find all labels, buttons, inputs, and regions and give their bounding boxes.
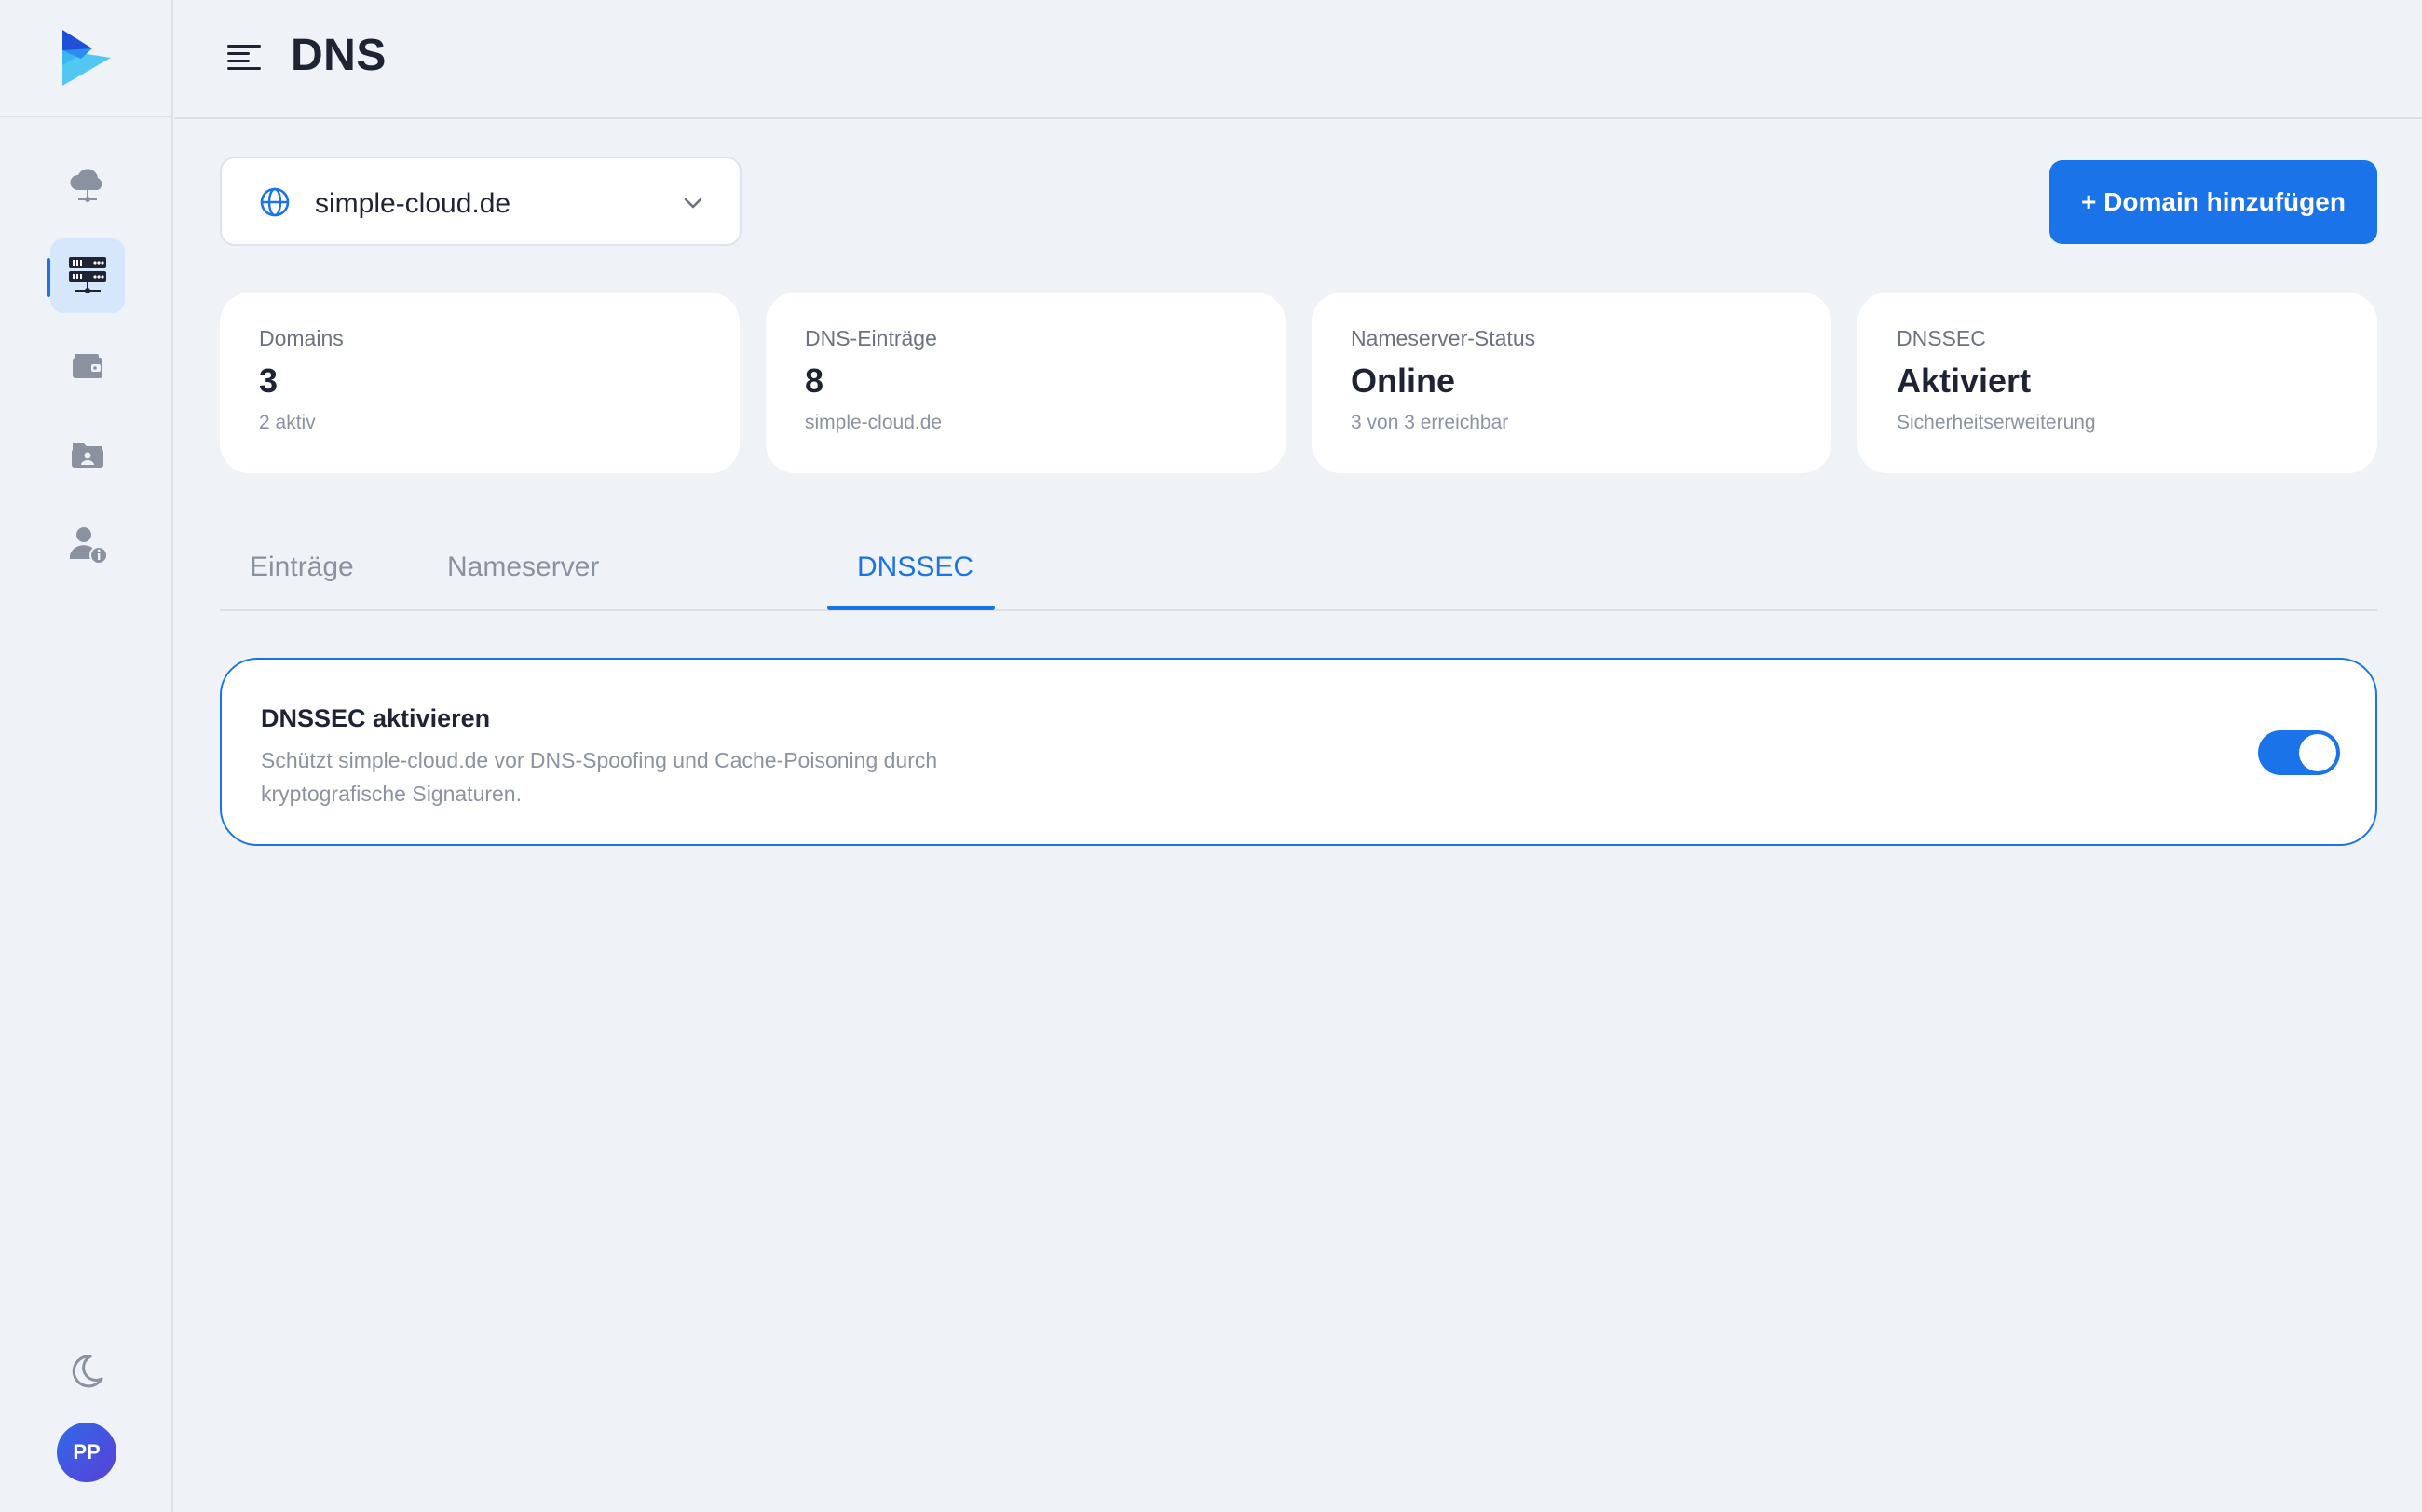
- app-logo-icon: [62, 30, 111, 86]
- menu-toggle-button[interactable]: [224, 37, 265, 78]
- toggle-knob: [2299, 734, 2336, 771]
- tab-dnssec[interactable]: DNSSEC: [829, 552, 1001, 611]
- dnssec-settings-panel: DNSSEC aktivieren Schützt simple-cloud.d…: [220, 658, 2377, 846]
- stat-card-dns-entries: DNS-Einträge 8 simple-cloud.de: [766, 293, 1286, 473]
- add-domain-button[interactable]: + Domain hinzufügen: [2049, 160, 2377, 244]
- top-bar: DNS: [175, 0, 2422, 119]
- sidebar-item-contacts[interactable]: [50, 417, 125, 492]
- sidebar-item-dns[interactable]: [50, 238, 125, 313]
- dnssec-panel-title: DNSSEC aktivieren: [261, 704, 491, 732]
- sidebar-item-cloud[interactable]: [50, 147, 125, 222]
- stat-card-domains: Domains 3 2 aktiv: [220, 293, 740, 473]
- stat-value: Online: [1351, 361, 1456, 400]
- stat-label: Domains: [259, 326, 344, 350]
- contact-folder-icon: [72, 443, 103, 468]
- hamburger-menu-icon: [227, 45, 261, 70]
- chevron-down-icon: [684, 198, 702, 209]
- globe-icon: [260, 187, 290, 217]
- stat-label: Nameserver-Status: [1351, 326, 1536, 350]
- wallet-icon: [73, 354, 102, 378]
- stat-value: 3: [259, 361, 279, 400]
- tab-entries[interactable]: Einträge: [222, 552, 382, 611]
- stat-subtext: 2 aktiv: [259, 412, 316, 433]
- tab-bar: Einträge Nameserver DNSSEC: [220, 540, 2377, 611]
- dark-mode-toggle[interactable]: [63, 1348, 110, 1395]
- stat-card-nameserver-status: Nameserver-Status Online 3 von 3 erreich…: [1312, 293, 1831, 473]
- stat-value: 8: [805, 361, 824, 400]
- logo-area: [0, 0, 171, 117]
- selected-domain: simple-cloud.de: [315, 188, 511, 219]
- server-network-icon: [69, 257, 106, 293]
- stat-subtext: 3 von 3 erreichbar: [1351, 412, 1509, 433]
- dnssec-panel-description: Schützt simple-cloud.de vor DNS-Spoofing…: [261, 748, 938, 806]
- sidebar: PP: [0, 0, 173, 1512]
- stat-value: Aktiviert: [1897, 361, 2032, 400]
- user-info-icon: [69, 527, 108, 565]
- moon-icon: [72, 1355, 103, 1388]
- stat-label: DNSSEC: [1897, 326, 1986, 350]
- sidebar-item-billing[interactable]: [50, 328, 125, 402]
- cloud-icon: [70, 169, 102, 202]
- tab-nameserver[interactable]: Nameserver: [419, 552, 627, 611]
- stat-label: DNS-Einträge: [805, 326, 937, 350]
- domain-select[interactable]: simple-cloud.de: [220, 157, 742, 246]
- dnssec-toggle[interactable]: [2258, 730, 2340, 775]
- page-title: DNS: [291, 31, 387, 80]
- active-tab-indicator: [827, 606, 995, 610]
- stat-subtext: Sicherheitserweiterung: [1897, 412, 2096, 433]
- sidebar-item-account[interactable]: [50, 507, 125, 581]
- stat-subtext: simple-cloud.de: [805, 412, 943, 433]
- stat-card-dnssec: DNSSEC Aktiviert Sicherheitserweiterung: [1857, 293, 2377, 473]
- user-avatar[interactable]: PP: [57, 1423, 116, 1482]
